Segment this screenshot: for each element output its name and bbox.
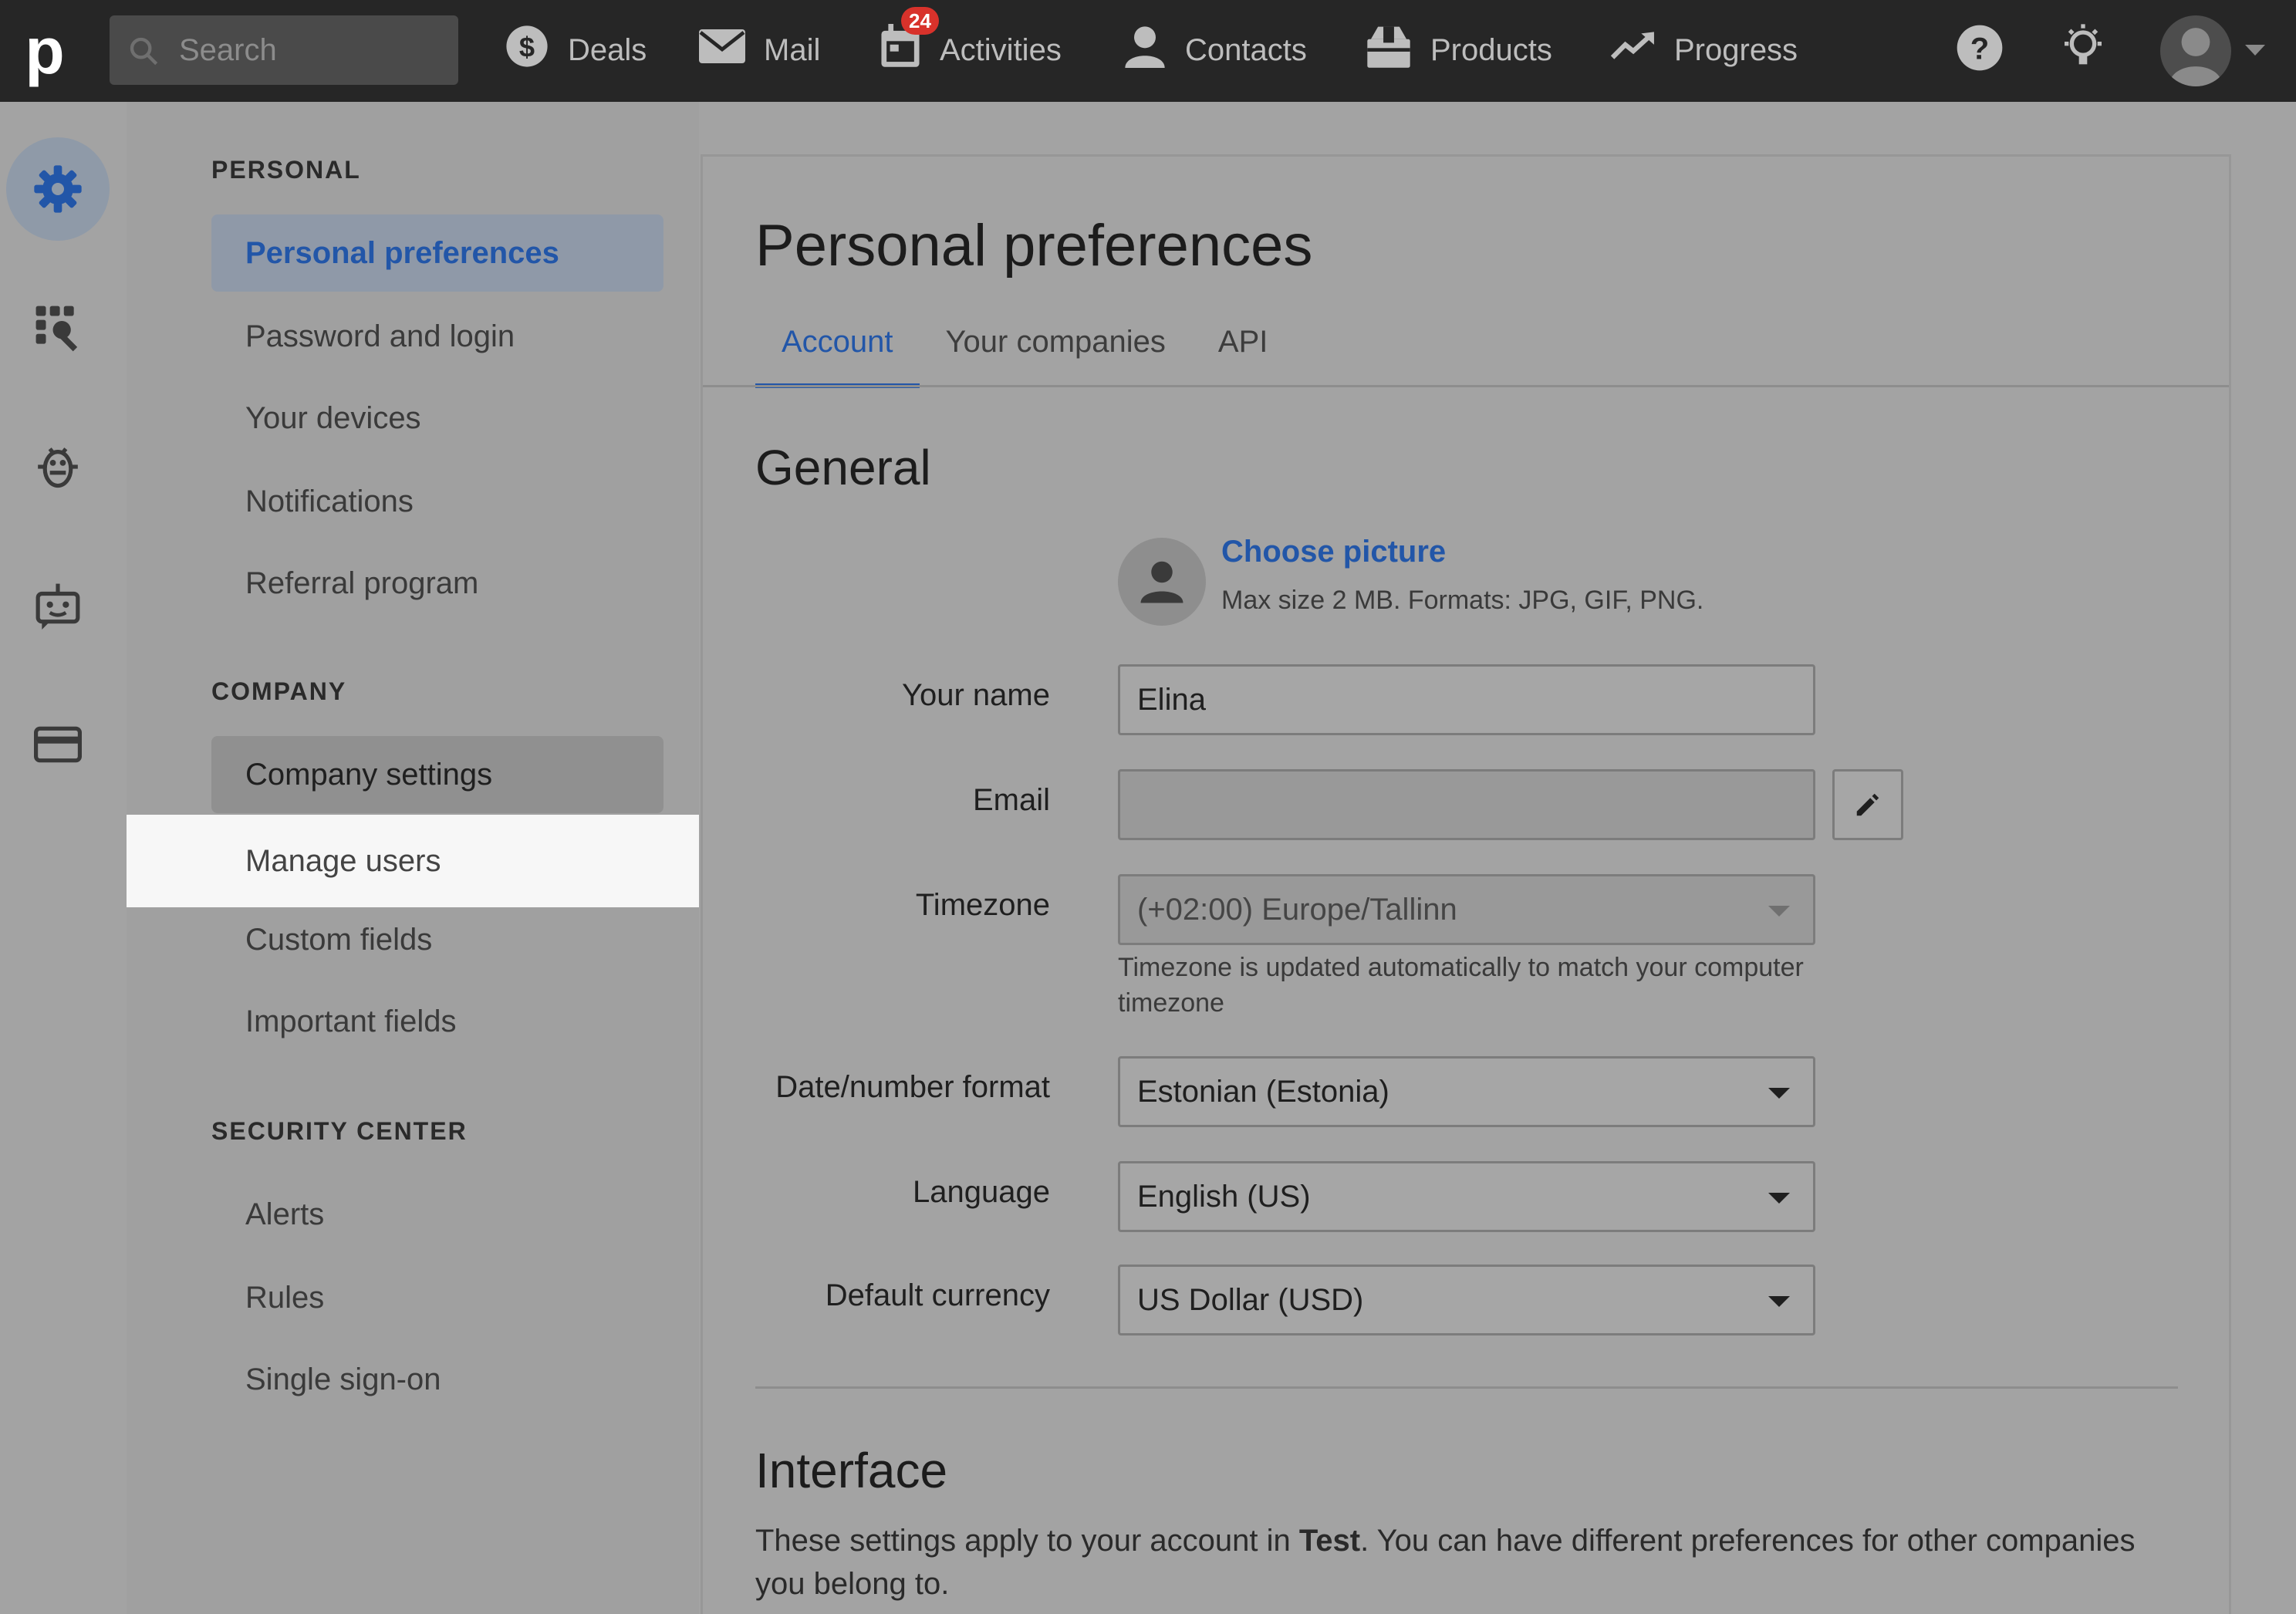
date-number-format-label: Date/number format [775, 1070, 1050, 1104]
settings-rail [0, 102, 127, 1614]
rail-security[interactable] [6, 415, 110, 518]
sidebar-item-company-settings[interactable]: Company settings [211, 736, 663, 813]
chevron-down-icon [1768, 1088, 1790, 1099]
person-icon [1140, 561, 1183, 603]
page-title: Personal preferences [755, 213, 1313, 279]
nav-contacts-label: Contacts [1185, 32, 1307, 67]
sidebar-item-single-sign-on[interactable]: Single sign-on [211, 1341, 663, 1418]
timezone-help-text: Timezone is updated automatically to mat… [1118, 953, 1804, 1018]
edit-email-button[interactable] [1832, 769, 1903, 840]
sidebar-item-important-fields[interactable]: Important fields [211, 983, 663, 1060]
nav-mail-label: Mail [764, 32, 821, 67]
trend-icon [1610, 31, 1656, 69]
top-navigation-bar: p $ Deals Mail 24 Activities Contacts Pr… [0, 0, 2296, 102]
general-heading: General [755, 440, 931, 495]
nav-activities[interactable]: 24 Activities [880, 7, 1062, 85]
sidebar-item-referral-program[interactable]: Referral program [211, 545, 663, 622]
nav-contacts[interactable]: Contacts [1123, 15, 1307, 85]
nav-deals-label: Deals [568, 32, 647, 67]
sidebar-item-your-devices[interactable]: Your devices [211, 380, 663, 457]
nav-progress-label: Progress [1674, 32, 1798, 67]
company-name: Test [1298, 1524, 1361, 1558]
email-field[interactable] [1118, 769, 1815, 840]
chevron-down-icon [1768, 1193, 1790, 1204]
default-currency-select[interactable]: US Dollar (USD) [1118, 1265, 1815, 1335]
choose-picture-link[interactable]: Choose picture [1221, 535, 1446, 569]
rail-billing[interactable] [6, 693, 110, 796]
rail-settings[interactable] [6, 137, 110, 241]
language-label: Language [913, 1175, 1050, 1209]
preferences-panel: Personal preferences Account Your compan… [701, 154, 2231, 1614]
language-value: English (US) [1137, 1180, 1311, 1214]
nav-products[interactable]: Products [1366, 15, 1552, 85]
section-title-company: COMPANY [211, 677, 347, 705]
user-avatar[interactable] [2160, 15, 2231, 86]
sidebar-item-personal-preferences[interactable]: Personal preferences [211, 214, 663, 292]
email-label: Email [972, 783, 1050, 817]
dollar-icon: $ [505, 24, 549, 76]
chevron-down-icon [1768, 906, 1790, 917]
your-name-field[interactable]: Elina [1118, 664, 1815, 735]
nav-products-label: Products [1430, 32, 1552, 67]
interface-heading: Interface [755, 1443, 948, 1498]
section-title-personal: PERSONAL [211, 156, 361, 184]
gear-icon [34, 165, 82, 213]
tab-api[interactable]: API [1192, 311, 1294, 388]
pipedrive-logo[interactable]: p [20, 14, 69, 88]
nav-deals[interactable]: $ Deals [505, 15, 647, 85]
sidebar-item-alerts[interactable]: Alerts [211, 1176, 663, 1253]
chevron-down-icon[interactable] [2245, 45, 2265, 57]
sidebar-item-custom-fields[interactable]: Custom fields [211, 901, 663, 978]
timezone-select[interactable]: (+02:00) Europe/Tallinn [1118, 874, 1815, 945]
sidebar-item-notifications[interactable]: Notifications [211, 463, 663, 540]
date-number-format-value: Estonian (Estonia) [1137, 1075, 1389, 1109]
date-number-format-select[interactable]: Estonian (Estonia) [1118, 1056, 1815, 1127]
tab-account[interactable]: Account [755, 311, 920, 388]
avatar-person-icon [2169, 28, 2223, 86]
section-divider [755, 1386, 2178, 1389]
sidebar-item-rules[interactable]: Rules [211, 1259, 663, 1336]
lightbulb-icon[interactable] [2058, 23, 2108, 76]
rail-automation[interactable] [6, 554, 110, 657]
search-icon [130, 37, 158, 66]
nav-activities-label: Activities [940, 32, 1062, 67]
tab-your-companies[interactable]: Your companies [920, 311, 1192, 388]
profile-picture-placeholder[interactable] [1118, 538, 1206, 626]
activities-count-badge: 24 [901, 7, 939, 35]
calendar-icon: 24 [880, 7, 939, 76]
sidebar-item-password-and-login[interactable]: Password and login [211, 298, 663, 375]
default-currency-value: US Dollar (USD) [1137, 1283, 1364, 1317]
svg-text:$: $ [519, 31, 535, 62]
svg-text:?: ? [1970, 32, 1989, 66]
your-name-label: Your name [902, 678, 1050, 712]
help-icon[interactable]: ? [1955, 23, 2004, 76]
default-currency-label: Default currency [825, 1278, 1050, 1312]
search-box[interactable] [110, 15, 458, 85]
rail-tools[interactable] [6, 276, 110, 380]
tabs-divider [703, 385, 2229, 387]
nav-progress[interactable]: Progress [1610, 15, 1798, 85]
person-icon [1123, 25, 1167, 76]
sidebar-item-manage-users[interactable]: Manage users [127, 815, 699, 907]
card-icon [34, 726, 82, 763]
timezone-label: Timezone [915, 888, 1050, 922]
tools-icon [35, 306, 78, 352]
search-input[interactable] [179, 15, 449, 85]
picture-hint: Max size 2 MB. Formats: JPG, GIF, PNG. [1221, 586, 1704, 615]
language-select[interactable]: English (US) [1118, 1161, 1815, 1232]
robot-icon [35, 583, 80, 630]
pencil-icon [1856, 793, 1879, 816]
section-title-security-center: SECURITY CENTER [211, 1117, 468, 1145]
mail-icon [699, 29, 745, 72]
nav-mail[interactable]: Mail [699, 15, 820, 85]
bug-icon [38, 447, 78, 488]
tabs: Account Your companies API [755, 311, 1294, 388]
timezone-value: (+02:00) Europe/Tallinn [1137, 893, 1457, 927]
box-icon [1366, 25, 1412, 76]
interface-description: These settings apply to your account in … [755, 1524, 2136, 1601]
settings-sidebar: PERSONAL Personal preferences Password a… [127, 102, 699, 1614]
chevron-down-icon [1768, 1296, 1790, 1307]
